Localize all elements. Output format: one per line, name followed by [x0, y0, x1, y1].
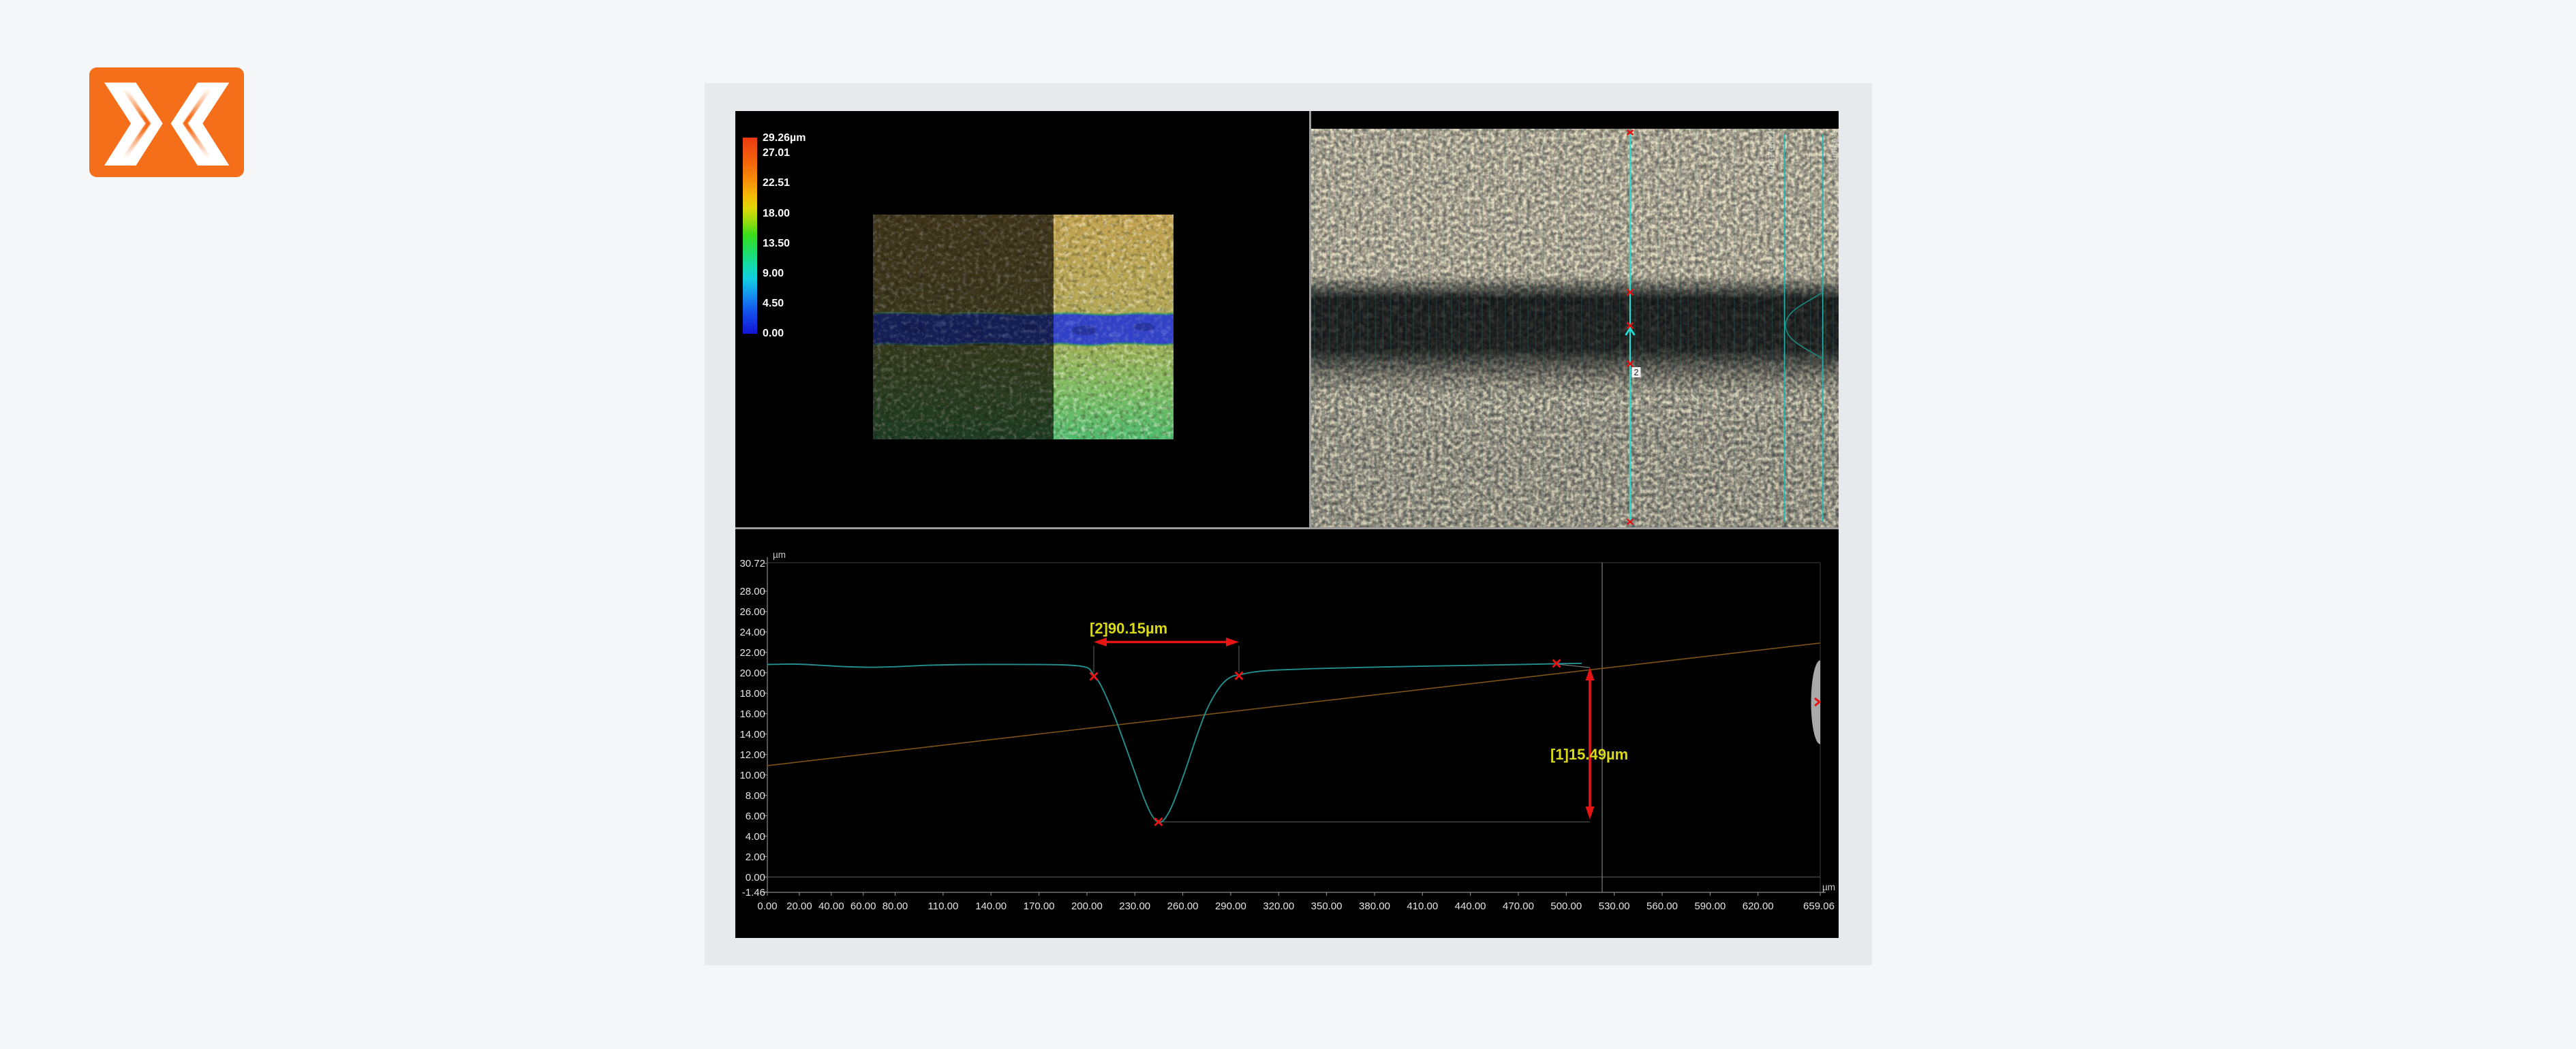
svg-text:500.00: 500.00 [1550, 901, 1582, 912]
svg-text:8.00: 8.00 [746, 790, 765, 802]
svg-text:380.00: 380.00 [1359, 901, 1390, 912]
svg-text:16.00: 16.00 [739, 708, 765, 720]
svg-text:659.06: 659.06 [1803, 901, 1835, 912]
svg-text:170.00: 170.00 [1024, 901, 1055, 912]
svg-text:530.00: 530.00 [1599, 901, 1630, 912]
svg-text:4.00: 4.00 [746, 831, 765, 843]
svg-text:620.00: 620.00 [1743, 901, 1774, 912]
svg-text:2.00: 2.00 [746, 851, 765, 863]
svg-text:2: 2 [1634, 368, 1639, 377]
svg-text:6.00: 6.00 [746, 811, 765, 822]
svg-text:18.00: 18.00 [739, 688, 765, 700]
svg-text:14.00: 14.00 [739, 729, 765, 740]
svg-text:80.00: 80.00 [883, 901, 908, 912]
svg-text:26.00: 26.00 [739, 606, 765, 618]
svg-text:10.00: 10.00 [739, 770, 765, 781]
svg-text:200.00: 200.00 [1071, 901, 1103, 912]
svg-text:410.00: 410.00 [1407, 901, 1438, 912]
svg-text:320.00: 320.00 [1263, 901, 1294, 912]
svg-text:350.00: 350.00 [1311, 901, 1343, 912]
svg-text:[2]90.15µm: [2]90.15µm [1766, 131, 1777, 176]
svg-text:12.00: 12.00 [739, 749, 765, 761]
svg-text:470.00: 470.00 [1503, 901, 1534, 912]
svg-text:290.00: 290.00 [1215, 901, 1246, 912]
svg-text:24.00: 24.00 [739, 627, 765, 638]
svg-text:5.45µm: 5.45µm [1830, 131, 1839, 161]
svg-text:140.00: 140.00 [975, 901, 1007, 912]
svg-text:-1.46: -1.46 [742, 887, 765, 898]
svg-text:440.00: 440.00 [1455, 901, 1486, 912]
svg-text:22.00: 22.00 [739, 647, 765, 659]
svg-text:µm: µm [773, 550, 786, 560]
svg-text:20.00: 20.00 [739, 668, 765, 679]
svg-text:30.72: 30.72 [739, 558, 765, 569]
svg-text:28.00: 28.00 [739, 586, 765, 597]
svg-text:260.00: 260.00 [1167, 901, 1199, 912]
svg-text:560.00: 560.00 [1646, 901, 1678, 912]
svg-text:[1]15.49µm: [1]15.49µm [1550, 746, 1628, 763]
svg-text:590.00: 590.00 [1694, 901, 1726, 912]
svg-text:40.00: 40.00 [818, 901, 844, 912]
svg-text:20.00: 20.00 [786, 901, 812, 912]
svg-text:µm: µm [1822, 882, 1835, 892]
svg-text:[2]90.15µm: [2]90.15µm [1090, 620, 1167, 637]
svg-text:60.00: 60.00 [850, 901, 876, 912]
svg-text:110.00: 110.00 [928, 901, 959, 912]
svg-text:230.00: 230.00 [1119, 901, 1150, 912]
svg-text:0.00: 0.00 [757, 901, 777, 912]
svg-text:0.00: 0.00 [746, 872, 765, 883]
